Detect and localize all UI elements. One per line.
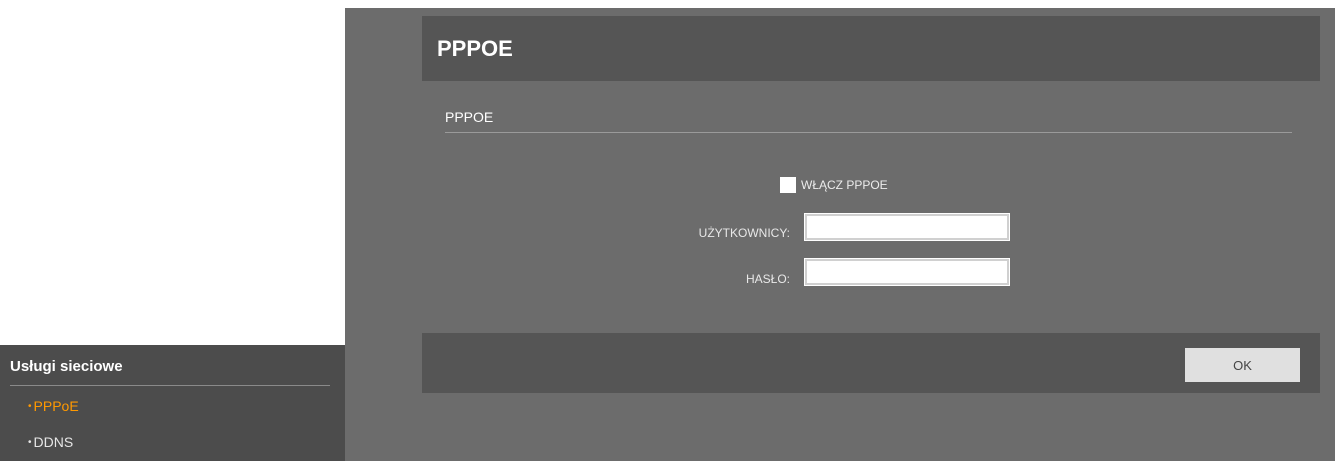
enable-pppoe-checkbox[interactable] [780,177,796,193]
section-title: PPPOE [445,109,494,125]
password-label: HASŁO: [745,272,790,286]
bullet-icon: • [28,437,32,448]
user-label: UŻYTKOWNICY: [698,226,790,240]
enable-pppoe-label: WŁĄCZ PPPOE [801,178,888,192]
section-divider [445,132,1292,133]
bullet-icon: • [28,401,32,412]
sidebar: Usługi sieciowe • PPPoE • DDNS [0,345,345,461]
page-title: PPPOE [437,36,513,61]
ok-button[interactable]: OK [1185,348,1300,382]
sidebar-item-pppoe[interactable]: • PPPoE [28,398,79,414]
main-panel: PPPOE PPPOE WŁĄCZ PPPOE UŻYTKOWNICY: HAS… [345,8,1335,461]
user-input[interactable] [804,213,1010,241]
sidebar-item-label: PPPoE [33,398,79,414]
sidebar-item-ddns[interactable]: • DDNS [28,434,73,450]
footer-bar: OK [422,333,1320,393]
password-input[interactable] [804,258,1010,286]
page: Usługi sieciowe • PPPoE • DDNS PPPOE PPPOE… [0,0,1335,461]
sidebar-divider [10,385,330,386]
sidebar-title: Usługi sieciowe [10,358,123,375]
header-bar: PPPOE [422,16,1320,81]
sidebar-item-label: DDNS [33,434,74,450]
